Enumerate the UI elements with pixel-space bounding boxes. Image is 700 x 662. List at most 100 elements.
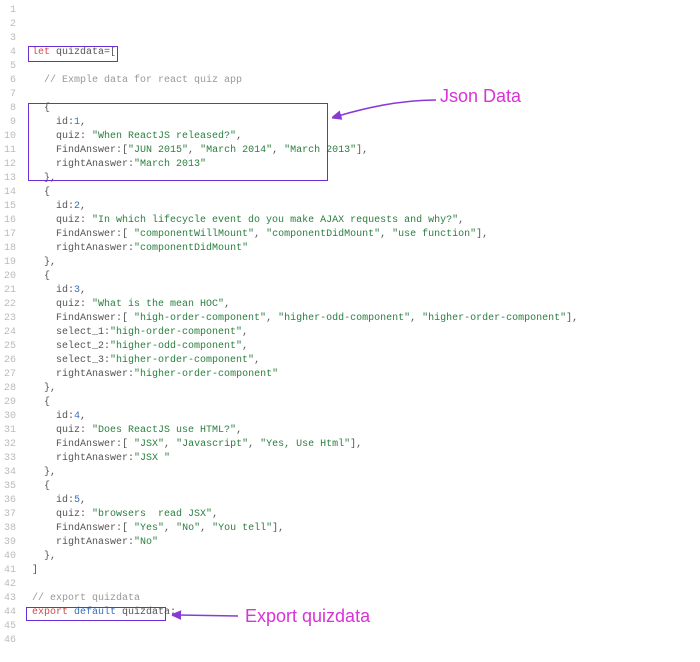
code-line: 27 rightAnaswer:"higher-order-component" [0, 368, 700, 382]
code-content: // Exmple data for react quiz app [26, 74, 242, 88]
line-number: 41 [0, 564, 26, 578]
code-line: 14 { [0, 186, 700, 200]
code-content: ] [26, 564, 38, 578]
line-number: 11 [0, 144, 26, 158]
code-line: 9 id:1, [0, 116, 700, 130]
json-data-label: Json Data [440, 86, 521, 107]
code-content: }, [26, 256, 56, 270]
line-number: 32 [0, 438, 26, 452]
line-number: 14 [0, 186, 26, 200]
code-line: 22 quiz: "What is the mean HOC", [0, 298, 700, 312]
code-line: 8 { [0, 102, 700, 116]
line-number: 38 [0, 522, 26, 536]
code-line: 42 [0, 578, 700, 592]
code-line: 19 }, [0, 256, 700, 270]
code-content: quiz: "When ReactJS released?", [26, 130, 242, 144]
code-line: 32 FindAnswer:[ "JSX", "Javascript", "Ye… [0, 438, 700, 452]
line-number: 23 [0, 312, 26, 326]
code-content: quiz: "browsers read JSX", [26, 508, 218, 522]
line-number: 24 [0, 326, 26, 340]
line-number: 12 [0, 158, 26, 172]
code-content: rightAnaswer:"componentDidMount" [26, 242, 248, 256]
line-number: 5 [0, 60, 26, 74]
code-line: 39 rightAnaswer:"No" [0, 536, 700, 550]
code-line: 36 id:5, [0, 494, 700, 508]
code-content: id:3, [26, 284, 86, 298]
code-content: FindAnswer:[ "JSX", "Javascript", "Yes, … [26, 438, 362, 452]
code-line: 20 { [0, 270, 700, 284]
code-line: 6 // Exmple data for react quiz app [0, 74, 700, 88]
code-content: select_2:"higher-odd-component", [26, 340, 248, 354]
line-number: 18 [0, 242, 26, 256]
code-content: quiz: "In which lifecycle event do you m… [26, 214, 464, 228]
line-number: 16 [0, 214, 26, 228]
code-line: 41 ] [0, 564, 700, 578]
code-content: FindAnswer:[ "componentWillMount", "comp… [26, 228, 488, 242]
code-line: 40 }, [0, 550, 700, 564]
line-number: 33 [0, 452, 26, 466]
code-line: 25 select_2:"higher-odd-component", [0, 340, 700, 354]
code-content: }, [26, 466, 56, 480]
code-content: { [26, 396, 50, 410]
line-number: 20 [0, 270, 26, 284]
code-line: 37 quiz: "browsers read JSX", [0, 508, 700, 522]
code-line: 4 let quizdata=[ [0, 46, 700, 60]
code-line: 7 [0, 88, 700, 102]
code-content: id:2, [26, 200, 86, 214]
code-content: }, [26, 382, 56, 396]
code-content: select_3:"higher-order-component", [26, 354, 260, 368]
code-content: FindAnswer:[ "high-order-component", "hi… [26, 312, 578, 326]
code-line: 10 quiz: "When ReactJS released?", [0, 130, 700, 144]
code-content: FindAnswer:["JUN 2015", "March 2014", "M… [26, 144, 368, 158]
line-number: 17 [0, 228, 26, 242]
code-line: 28 }, [0, 382, 700, 396]
code-content: export default quizdata; [26, 606, 176, 620]
code-line: 35 { [0, 480, 700, 494]
line-number: 25 [0, 340, 26, 354]
line-number: 13 [0, 172, 26, 186]
line-number: 30 [0, 410, 26, 424]
code-line: 31 quiz: "Does ReactJS use HTML?", [0, 424, 700, 438]
line-number: 6 [0, 74, 26, 88]
code-line: 3 [0, 32, 700, 46]
line-number: 40 [0, 550, 26, 564]
line-number: 29 [0, 396, 26, 410]
code-line: 11 FindAnswer:["JUN 2015", "March 2014",… [0, 144, 700, 158]
code-content: FindAnswer:[ "Yes", "No", "You tell"], [26, 522, 284, 536]
code-line: 21 id:3, [0, 284, 700, 298]
line-number: 26 [0, 354, 26, 368]
code-line: 38 FindAnswer:[ "Yes", "No", "You tell"]… [0, 522, 700, 536]
code-line: 43 // export quizdata [0, 592, 700, 606]
code-line: 12 rightAnaswer:"March 2013" [0, 158, 700, 172]
line-number: 42 [0, 578, 26, 592]
code-line: 34 }, [0, 466, 700, 480]
code-line: 26 select_3:"higher-order-component", [0, 354, 700, 368]
code-content: { [26, 270, 50, 284]
code-content: rightAnaswer:"March 2013" [26, 158, 206, 172]
line-number: 9 [0, 116, 26, 130]
code-editor: 12 34 let quizdata=[56 // Exmple data for… [0, 0, 700, 656]
code-content: let quizdata=[ [26, 46, 116, 60]
code-line: 17 FindAnswer:[ "componentWillMount", "c… [0, 228, 700, 242]
line-number: 22 [0, 298, 26, 312]
line-number: 36 [0, 494, 26, 508]
code-content: id:4, [26, 410, 86, 424]
line-number: 45 [0, 620, 26, 634]
line-number: 34 [0, 466, 26, 480]
line-number: 15 [0, 200, 26, 214]
line-number: 39 [0, 536, 26, 550]
code-line: 46 [0, 634, 700, 648]
code-line: 18 rightAnaswer:"componentDidMount" [0, 242, 700, 256]
code-content: // export quizdata [26, 592, 140, 606]
code-content: { [26, 186, 50, 200]
code-line: 24 select_1:"high-order-component", [0, 326, 700, 340]
line-number: 7 [0, 88, 26, 102]
line-number: 27 [0, 368, 26, 382]
line-number: 8 [0, 102, 26, 116]
line-number: 4 [0, 46, 26, 60]
line-number: 46 [0, 634, 26, 648]
code-line: 13 }, [0, 172, 700, 186]
code-content: id:5, [26, 494, 86, 508]
code-content: }, [26, 172, 56, 186]
code-content: { [26, 480, 50, 494]
